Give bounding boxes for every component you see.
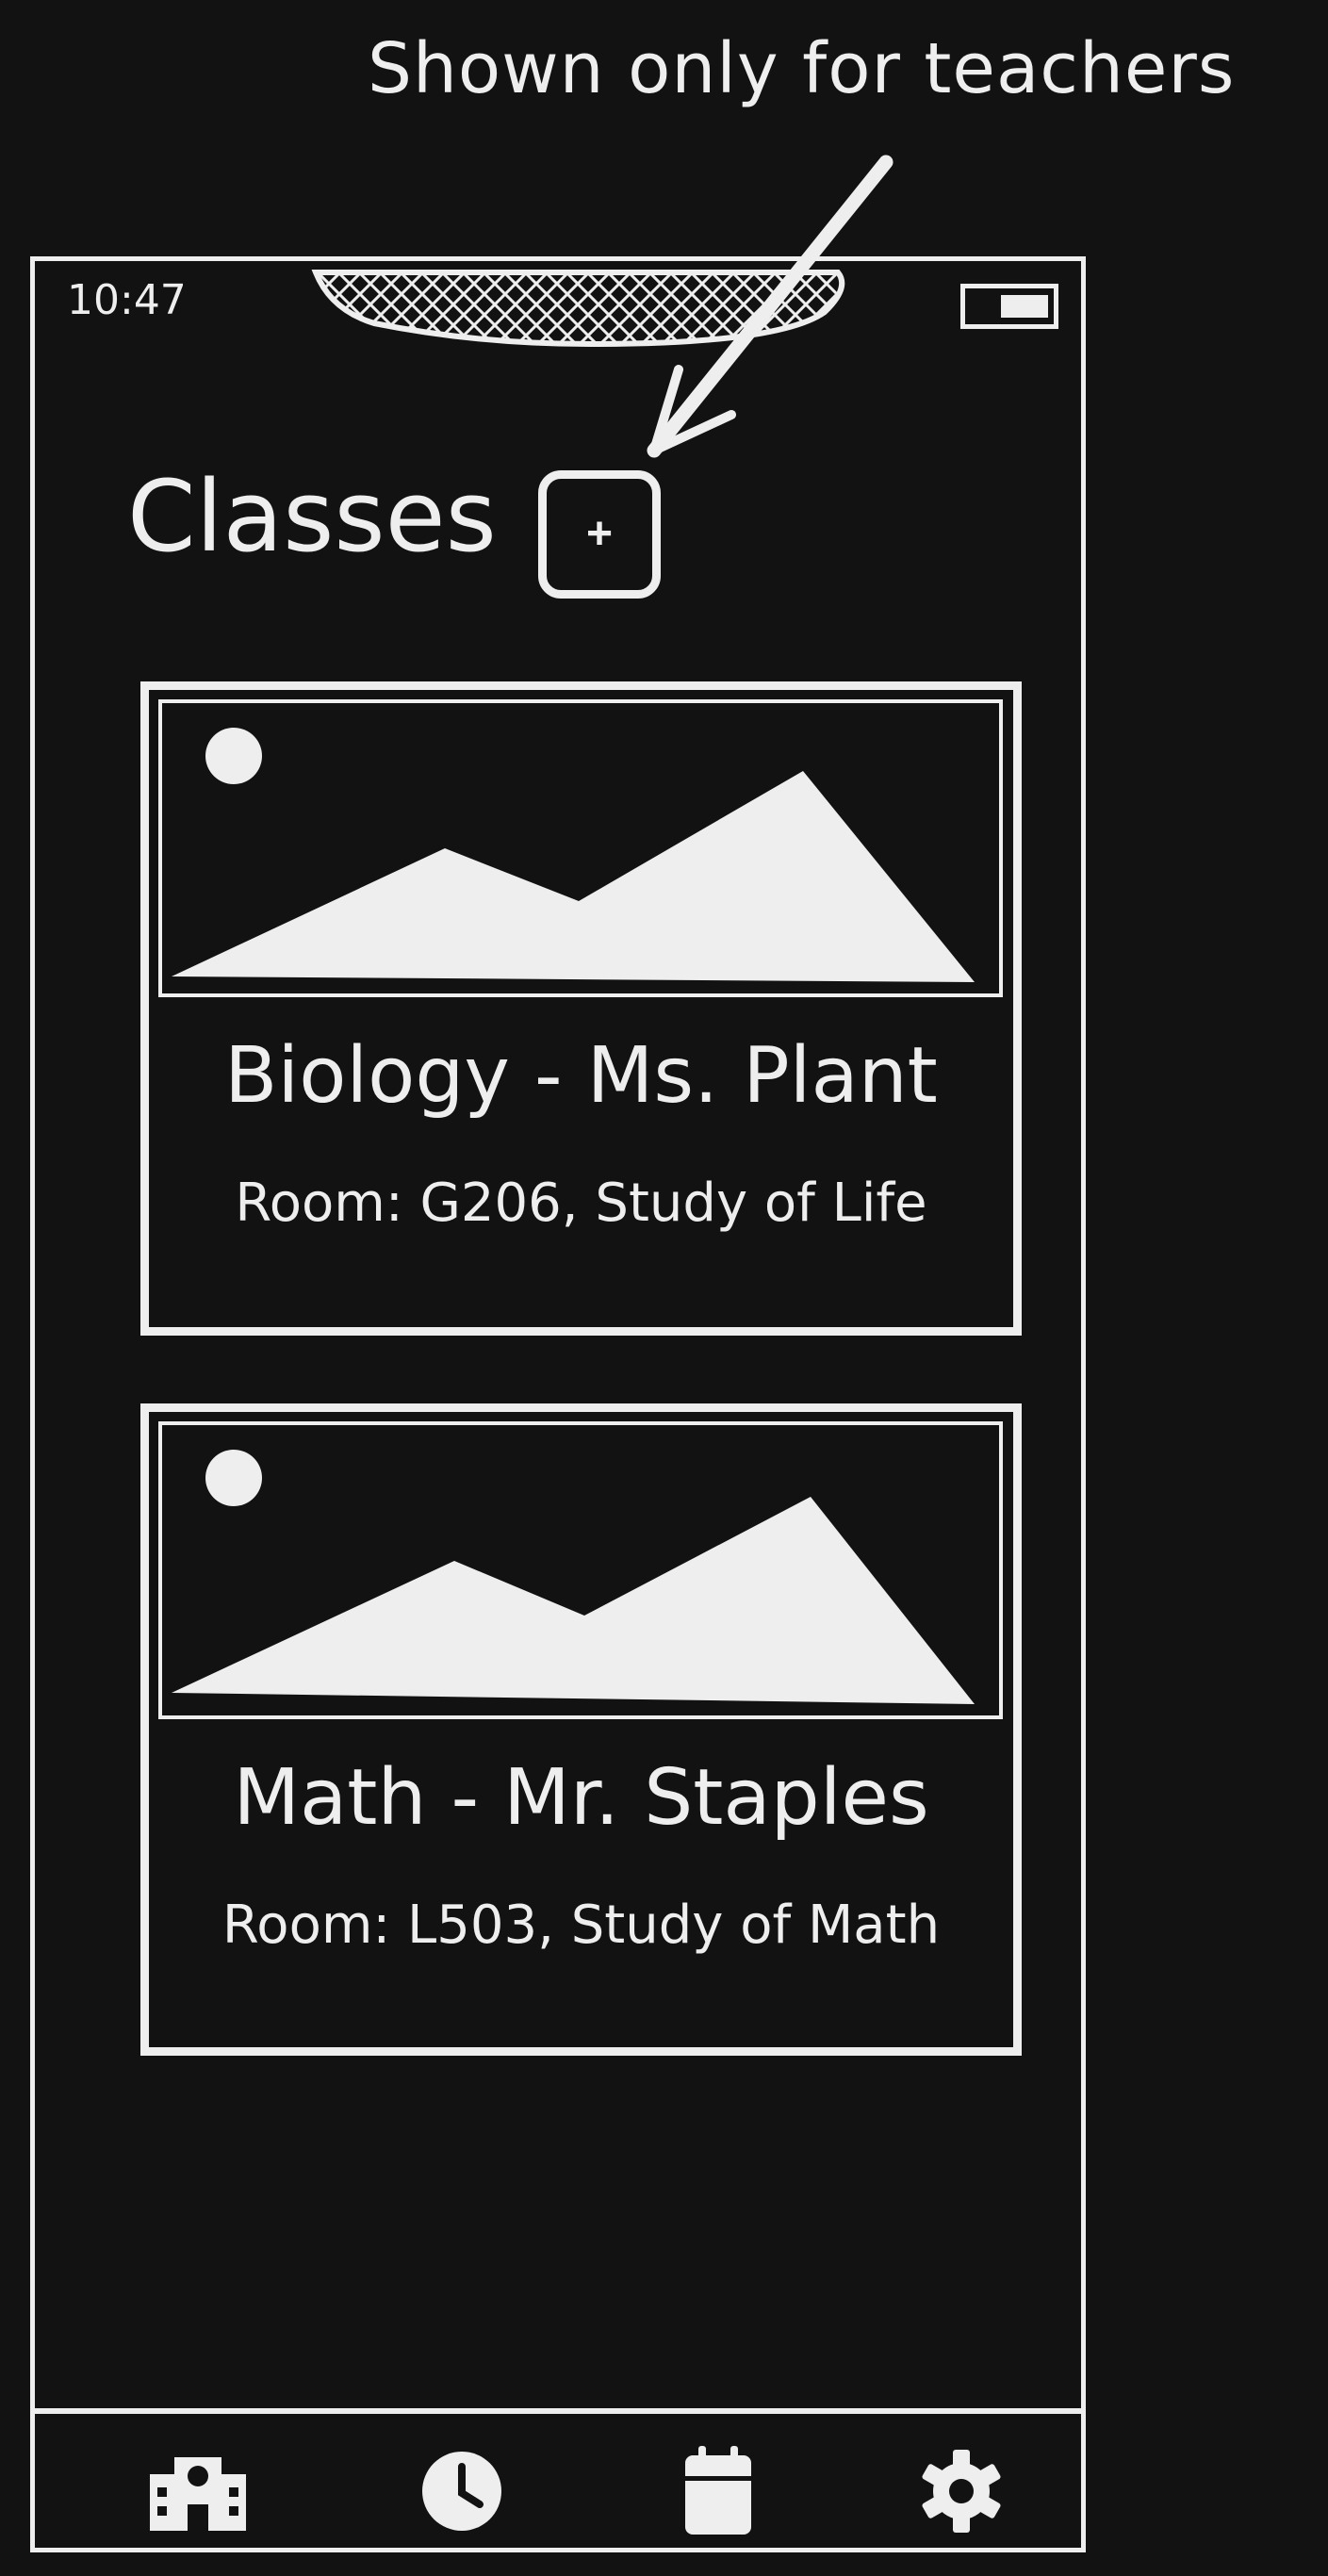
nav-schedule[interactable] [410,2444,514,2538]
class-details: Room: L503, Study of Math [221,1895,941,1956]
add-class-button[interactable]: + [538,470,661,599]
image-placeholder-icon [158,699,1003,997]
nav-calendar[interactable] [666,2444,770,2538]
image-placeholder-icon [158,1421,1003,1719]
battery-level [1001,295,1048,318]
calendar-icon [685,2446,751,2535]
nav-classes[interactable] [146,2444,250,2538]
nav-settings[interactable] [910,2444,1013,2538]
school-icon [150,2457,246,2531]
class-card-math[interactable]: Math - Mr. Staples Room: L503, Study of … [140,1403,1022,2056]
notch-icon [311,270,845,348]
class-title: Math - Mr. Staples [233,1753,929,1843]
clock-icon [422,2452,501,2531]
class-details: Room: G206, Study of Life [235,1173,927,1234]
bottom-nav-divider [30,2408,1086,2414]
teacher-only-annotation: Shown only for teachers [368,28,1236,109]
status-time: 10:47 [67,276,187,324]
gear-icon [922,2450,1001,2533]
class-title: Biology - Ms. Plant [224,1031,938,1121]
page-title: Classes [127,459,497,574]
class-card-biology[interactable]: Biology - Ms. Plant Room: G206, Study of… [140,681,1022,1336]
phone-frame: 10:47 Classes + Biology - Ms. Plant Room… [30,256,1086,2552]
battery-icon [960,284,1058,329]
